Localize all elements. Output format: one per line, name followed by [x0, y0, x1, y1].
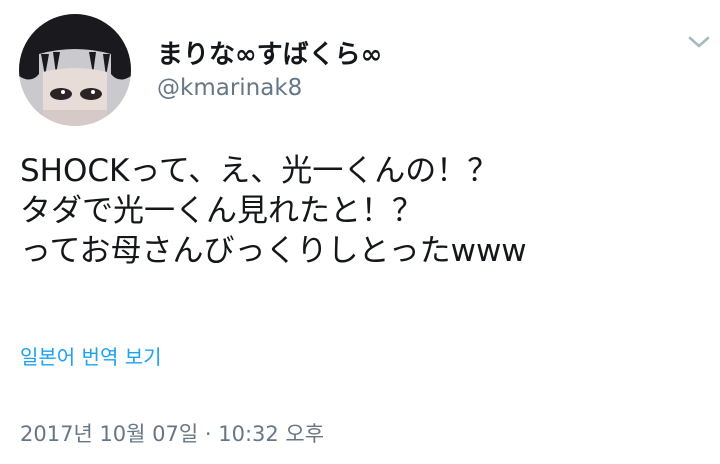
tweet-text-line: タダで光一くん見れたと！？ — [20, 193, 423, 229]
tweet-text: SHOCKって、え、光一くんの！？ タダで光一くん見れたと！？ ってお母さんびっ… — [20, 151, 710, 271]
avatar[interactable] — [19, 14, 131, 126]
display-name[interactable]: まりな∞すばくら∞ — [157, 34, 382, 71]
tweet-text-line: ってお母さんびっくりしとったwww — [20, 233, 527, 269]
tweet-timestamp[interactable]: 2017년 10월 07일 · 10:32 오후 — [20, 418, 324, 448]
user-handle[interactable]: @kmarinak8 — [157, 75, 302, 101]
tweet-text-line: SHOCKって、え、光一くんの！？ — [20, 153, 499, 189]
tweet-card: まりな∞すばくら∞ @kmarinak8 SHOCKって、え、光一くんの！？ タ… — [0, 0, 720, 464]
translate-tweet-link[interactable]: 일본어 번역 보기 — [20, 341, 162, 370]
avatar-image — [19, 14, 131, 126]
chevron-down-icon[interactable] — [686, 32, 712, 52]
